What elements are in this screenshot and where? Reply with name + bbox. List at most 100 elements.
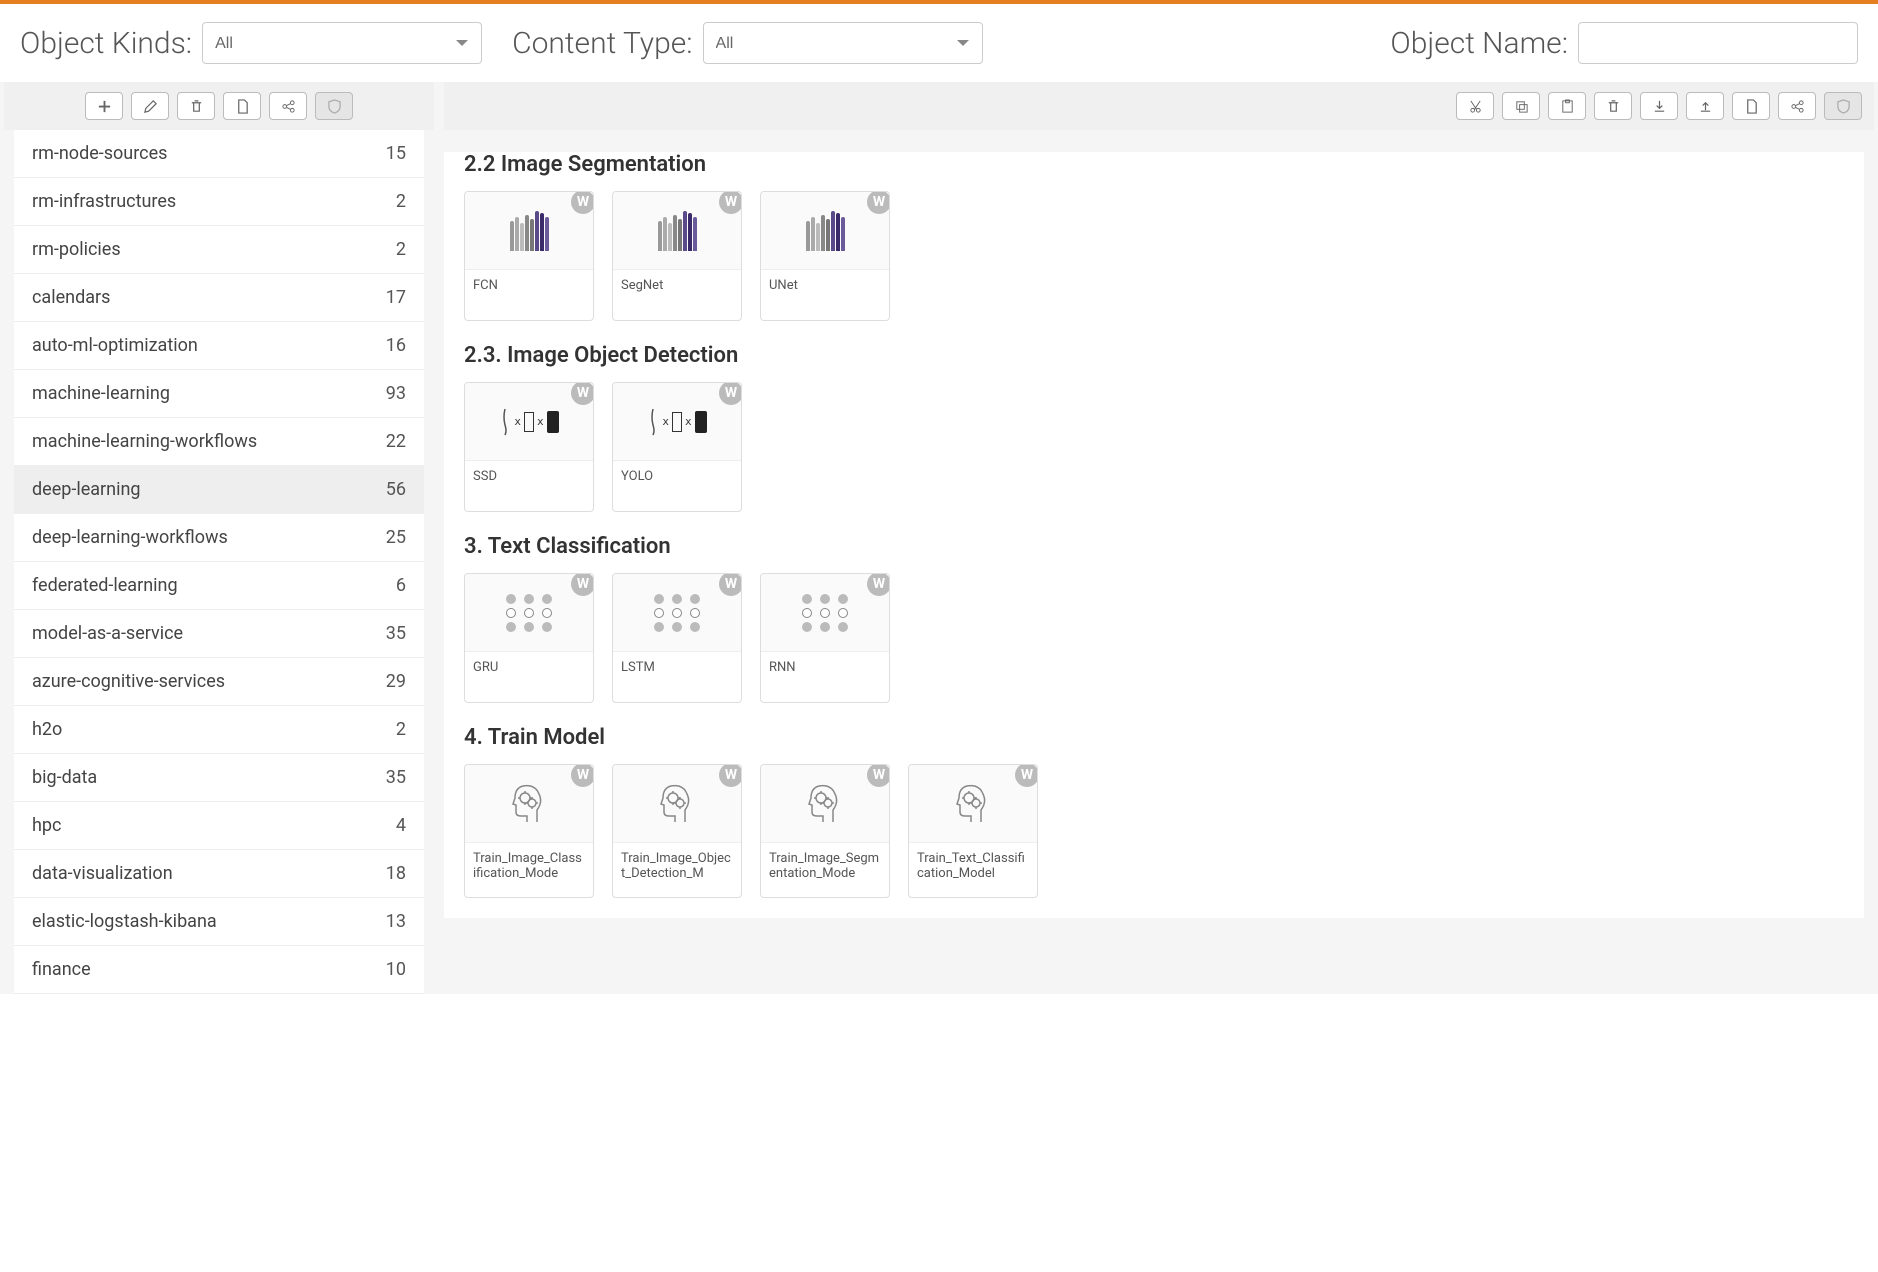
sidebar-item-elastic-logstash-kibana[interactable]: elastic-logstash-kibana13 <box>14 898 424 946</box>
sidebar-item-count: 93 <box>386 383 406 404</box>
left-toolbar <box>4 82 434 130</box>
sidebar-item-rm-node-sources[interactable]: rm-node-sources15 <box>14 130 424 178</box>
sidebar-item-hpc[interactable]: hpc 4 <box>14 802 424 850</box>
sidebar-item-count: 35 <box>386 623 406 644</box>
shield-button <box>315 92 353 120</box>
section-title: 2.2 Image Segmentation <box>464 152 1844 177</box>
sidebar-item-federated-learning[interactable]: federated-learning6 <box>14 562 424 610</box>
head-thumb: W <box>761 765 889 843</box>
card-segnet[interactable]: WSegNet <box>612 191 742 321</box>
delete-right-button[interactable] <box>1594 92 1632 120</box>
card-train-image-segmentation-mode[interactable]: WTrain_Image_Segmentation_Mode <box>760 764 890 898</box>
card-ssd[interactable]: xxWSSD <box>464 382 594 512</box>
paste-button[interactable] <box>1548 92 1586 120</box>
sidebar-item-label: data-visualization <box>32 863 173 884</box>
sidebar-item-calendars[interactable]: calendars17 <box>14 274 424 322</box>
sidebar-item-count: 2 <box>396 239 406 260</box>
card-row: WTrain_Image_Classification_ModeWTrain_I… <box>464 764 1844 898</box>
object-kinds-label: Object Kinds: <box>20 26 192 61</box>
sidebar-item-big-data[interactable]: big-data35 <box>14 754 424 802</box>
workflow-badge: W <box>571 382 594 405</box>
add-button[interactable] <box>85 92 123 120</box>
content-type-select[interactable]: All <box>703 22 983 64</box>
sidebar-item-rm-infrastructures[interactable]: rm-infrastructures2 <box>14 178 424 226</box>
upload-button[interactable] <box>1686 92 1724 120</box>
sidebar-item-label: h2o <box>32 719 62 740</box>
sidebar-item-count: 6 <box>396 575 406 596</box>
export-pdf-button[interactable] <box>223 92 261 120</box>
sidebar-item-data-visualization[interactable]: data-visualization18 <box>14 850 424 898</box>
share-button[interactable] <box>269 92 307 120</box>
section-title: 2.3. Image Object Detection <box>464 343 1844 368</box>
rnn-thumb: W <box>613 574 741 652</box>
card-lstm[interactable]: W LSTM <box>612 573 742 703</box>
card-label: FCN <box>465 270 593 320</box>
sidebar-item-rm-policies[interactable]: rm-policies2 <box>14 226 424 274</box>
share-right-button[interactable] <box>1778 92 1816 120</box>
card-yolo[interactable]: xxWYOLO <box>612 382 742 512</box>
object-name-label: Object Name: <box>1390 26 1568 61</box>
object-kinds-select[interactable]: All <box>202 22 482 64</box>
sidebar-item-deep-learning[interactable]: deep-learning 56 <box>14 466 424 514</box>
sidebar-item-label: deep-learning <box>32 479 141 500</box>
cut-button[interactable] <box>1456 92 1494 120</box>
sidebar-item-h2o[interactable]: h2o2 <box>14 706 424 754</box>
workflow-badge: W <box>571 573 594 596</box>
copy-button[interactable] <box>1502 92 1540 120</box>
card-rnn[interactable]: WRNN <box>760 573 890 703</box>
card-label: LSTM <box>613 652 741 702</box>
section-title: 3. Text Classification <box>464 534 1844 559</box>
card-gru[interactable]: WGRU <box>464 573 594 703</box>
card-label: SSD <box>465 461 593 511</box>
sidebar-item-count: 15 <box>386 143 406 164</box>
workflow-badge: W <box>719 764 742 787</box>
rnn-thumb: W <box>465 574 593 652</box>
download-button[interactable] <box>1640 92 1678 120</box>
sidebar-item-finance[interactable]: finance10 <box>14 946 424 994</box>
card-row: WFCNWSegNetWUNet <box>464 191 1844 321</box>
sidebar-item-label: big-data <box>32 767 97 788</box>
sidebar-item-deep-learning-workflows[interactable]: deep-learning-workflows25 <box>14 514 424 562</box>
sidebar-item-count: 2 <box>396 191 406 212</box>
card-train-image-classification-mode[interactable]: WTrain_Image_Classification_Mode <box>464 764 594 898</box>
sidebar-item-count: 4 <box>396 815 406 836</box>
workflow-badge: W <box>719 382 742 405</box>
sidebar-item-label: elastic-logstash-kibana <box>32 911 217 932</box>
sidebar-item-auto-ml-optimization[interactable]: auto-ml-optimization16 <box>14 322 424 370</box>
sidebar-item-count: 56 <box>386 479 406 500</box>
sidebar-item-azure-cognitive-services[interactable]: azure-cognitive-services29 <box>14 658 424 706</box>
card-train-text-classification-model[interactable]: WTrain_Text_Classification_Model <box>908 764 1038 898</box>
section-title: 4. Train Model <box>464 725 1844 750</box>
sidebar-item-label: hpc <box>32 815 61 836</box>
export-pdf-right-button[interactable] <box>1732 92 1770 120</box>
sidebar-item-label: finance <box>32 959 91 980</box>
object-name-input[interactable] <box>1578 22 1858 64</box>
workflow-badge: W <box>867 573 890 596</box>
workflow-badge: W <box>867 191 890 214</box>
card-unet[interactable]: WUNet <box>760 191 890 321</box>
workflow-badge: W <box>719 573 742 596</box>
sidebar-list: rm-node-sources15rm-infrastructures2rm-p… <box>14 130 424 994</box>
sidebar-item-machine-learning-workflows[interactable]: machine-learning-workflows22 <box>14 418 424 466</box>
head-thumb: W <box>465 765 593 843</box>
det-thumb: xxW <box>465 383 593 461</box>
card-fcn[interactable]: WFCN <box>464 191 594 321</box>
workflow-badge: W <box>867 764 890 787</box>
sidebar-item-label: deep-learning-workflows <box>32 527 228 548</box>
sidebar-item-label: auto-ml-optimization <box>32 335 198 356</box>
det-thumb: xxW <box>613 383 741 461</box>
shield-right-button <box>1824 92 1862 120</box>
edit-button[interactable] <box>131 92 169 120</box>
workflow-badge: W <box>1015 764 1038 787</box>
sidebar-item-model-as-a-service[interactable]: model-as-a-service 35 <box>14 610 424 658</box>
filter-bar: Object Kinds: All Content Type: All Obje… <box>0 4 1878 82</box>
card-label: Train_Image_Object_Detection_M <box>613 843 741 897</box>
rnn-thumb: W <box>761 574 889 652</box>
delete-button[interactable] <box>177 92 215 120</box>
sidebar-item-label: machine-learning-workflows <box>32 431 257 452</box>
card-train-image-object-detection-m[interactable]: W Train_Image_Object_Detection_M <box>612 764 742 898</box>
sidebar-item-label: model-as-a-service <box>32 623 183 644</box>
sidebar-item-machine-learning[interactable]: machine-learning93 <box>14 370 424 418</box>
right-panel: 2.2 Image SegmentationWFCNWSegNetWUNet2.… <box>444 82 1874 994</box>
seg-thumb: W <box>465 192 593 270</box>
